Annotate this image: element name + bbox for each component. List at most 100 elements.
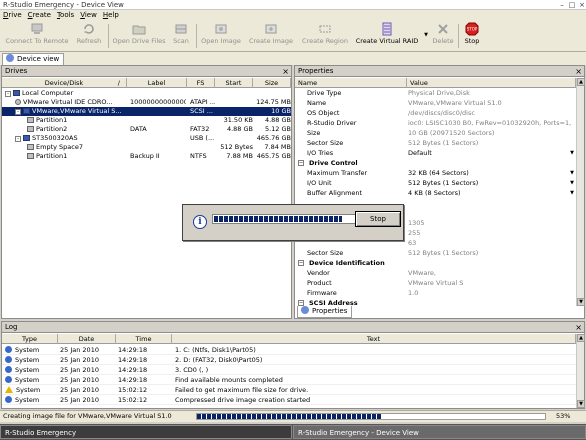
collapse-icon[interactable]: - — [15, 109, 21, 115]
dropdown-arrow-icon[interactable]: ▼ — [570, 169, 574, 178]
maximize-icon[interactable]: □ — [567, 0, 577, 10]
drive-size-cell: 10 GB — [271, 107, 291, 115]
close-icon[interactable]: × — [282, 66, 289, 77]
dropdown-arrow-icon[interactable]: ▼ — [570, 189, 574, 198]
connect-to-remote-button[interactable]: Connect To Remote — [4, 22, 70, 50]
log-text-cell: 3. CD0 (, ) — [175, 366, 209, 374]
drive-name: Local Computer — [22, 89, 74, 97]
minimize-icon[interactable]: – — [557, 0, 567, 10]
properties-scrollbar[interactable]: ▲ ▼ — [576, 78, 585, 306]
taskbar-item-emergency[interactable]: R-Studio Emergency — [0, 425, 292, 439]
property-value[interactable]: 32 KB (64 Sectors) — [408, 169, 571, 178]
drive-row[interactable]: - VMware,VMware Virtual S... SCSI ... 10 GB — [2, 107, 291, 116]
drive-label-cell: 10000000000000... — [130, 98, 186, 106]
drive-row[interactable]: - ST3500320AS USB (... 465.76 GB — [2, 134, 291, 143]
menu-create[interactable]: Create — [25, 10, 54, 20]
col-device[interactable]: Device/Disk / — [2, 78, 127, 88]
scroll-up-icon[interactable]: ▲ — [577, 78, 585, 86]
property-row[interactable]: Buffer Alignment 4 KB (8 Sectors) ▼ — [295, 189, 576, 198]
drive-name-cell: Partition1 — [27, 116, 127, 125]
collapse-icon[interactable]: − — [298, 160, 304, 166]
create-virtual-raid-button[interactable]: Create Virtual RAID — [355, 22, 419, 50]
scroll-up-icon[interactable]: ▲ — [577, 334, 585, 342]
log-date-cell: 25 Jan 2010 — [60, 386, 99, 394]
property-value[interactable]: Default — [408, 149, 571, 158]
col-size[interactable]: Size — [253, 78, 291, 88]
col-label[interactable]: Label — [127, 78, 187, 88]
log-row[interactable]: System 25 Jan 2010 14:29:18 3. CD0 (, ) — [2, 365, 576, 375]
col-text[interactable]: Text — [172, 334, 576, 344]
taskbar-item-device-view[interactable]: R-Studio Emergency - Device View — [293, 425, 586, 439]
drive-label-cell — [130, 116, 186, 125]
log-row[interactable]: System 25 Jan 2010 14:29:18 1. C: (Ntfs, Di… — [2, 345, 576, 355]
delete-button[interactable]: Delete — [432, 22, 454, 50]
menu-help[interactable]: Help — [100, 10, 122, 20]
close-icon[interactable]: × — [577, 0, 586, 10]
drive-start-cell: 4.88 GB — [226, 125, 253, 133]
property-value[interactable]: 512 Bytes (1 Sectors) — [408, 179, 571, 188]
collapse-icon[interactable]: − — [298, 260, 304, 266]
menu-view[interactable]: View — [77, 10, 100, 20]
property-group: − Drive Control — [295, 159, 576, 168]
properties-column-header: Name Value — [295, 78, 576, 88]
col-fs[interactable]: FS — [187, 78, 215, 88]
status-progress-fill — [197, 414, 382, 419]
col-value[interactable]: Value — [407, 78, 576, 88]
property-value: 10 GB (20971520 Sectors) — [408, 129, 495, 137]
menu-bar: Drive Create Tools View Help — [0, 10, 586, 20]
drive-row[interactable]: - Local Computer — [2, 89, 291, 98]
property-row[interactable]: I/O Unit 512 Bytes (1 Sectors) ▼ — [295, 179, 576, 188]
property-name: Size — [307, 129, 321, 137]
menu-tools[interactable]: Tools — [54, 10, 77, 20]
open-image-icon — [215, 24, 227, 34]
property-row: Firmware 1.0 — [295, 289, 576, 298]
dropdown-arrow-icon[interactable]: ▼ — [570, 179, 574, 188]
property-row[interactable]: I/O Tries Default ▼ — [295, 149, 576, 158]
menu-drive[interactable]: Drive — [0, 10, 25, 20]
property-name: Device Identification — [309, 259, 385, 267]
property-value[interactable]: 4 KB (8 Sectors) — [408, 189, 571, 198]
open-image-button[interactable]: Open Image — [199, 22, 243, 50]
drive-size-cell: 465.75 GB — [256, 152, 291, 160]
scroll-down-icon[interactable]: ▼ — [577, 400, 585, 408]
drive-row[interactable]: VMware Virtual IDE CDRO... 10000000000000… — [2, 98, 291, 107]
stop-button[interactable]: STOP Stop — [462, 22, 482, 50]
log-row[interactable]: System 25 Jan 2010 15:02:12 Failed to get m… — [2, 385, 576, 395]
property-row[interactable]: Maximum Transfer 32 KB (64 Sectors) ▼ — [295, 169, 576, 178]
create-region-button[interactable]: Create Region — [300, 22, 350, 50]
property-value: 512 Bytes (1 Sectors) — [408, 139, 479, 147]
col-time[interactable]: Time — [116, 334, 172, 344]
drive-fs-cell: SCSI ... — [190, 107, 213, 115]
create-image-button[interactable]: Create Image — [247, 22, 295, 50]
tab-device-view[interactable]: Device view — [2, 53, 65, 65]
drive-label-cell — [130, 89, 186, 98]
col-name[interactable]: Name — [295, 78, 407, 88]
open-drive-files-button[interactable]: Open Drive Files — [112, 22, 166, 50]
popup-stop-button[interactable]: Stop — [355, 211, 401, 227]
scroll-down-icon[interactable]: ▼ — [577, 298, 585, 306]
dropdown-arrow-icon[interactable]: ▼ — [570, 149, 574, 158]
collapse-icon[interactable]: - — [15, 136, 21, 142]
drive-row[interactable]: Partition1 31.50 KB 4.88 GB — [2, 116, 291, 125]
refresh-button[interactable]: Refresh — [75, 22, 103, 50]
drive-name: Partition2 — [36, 125, 68, 133]
drive-start-cell — [217, 98, 253, 107]
log-panel-header: Log × — [2, 322, 584, 333]
drive-row[interactable]: Empty Space7 512 Bytes 7.84 MB — [2, 143, 291, 152]
log-row[interactable]: System 25 Jan 2010 14:29:18 Find available … — [2, 375, 576, 385]
close-icon[interactable]: × — [575, 322, 582, 333]
collapse-icon[interactable]: - — [5, 91, 11, 97]
log-row[interactable]: System 25 Jan 2010 14:29:18 2. D: (FAT32, D… — [2, 355, 576, 365]
close-icon[interactable]: × — [575, 66, 582, 77]
log-scrollbar[interactable]: ▲ ▼ — [576, 334, 585, 408]
drive-fs-cell: NTFS — [190, 152, 207, 160]
col-start[interactable]: Start — [215, 78, 253, 88]
col-type[interactable]: Type — [2, 334, 58, 344]
tab-properties[interactable]: Properties — [297, 306, 353, 318]
scan-button[interactable]: Scan — [170, 22, 192, 50]
log-row[interactable]: System 25 Jan 2010 15:02:12 Compressed driv… — [2, 395, 576, 405]
drive-row[interactable]: Partition2 DATA FAT32 4.88 GB 5.12 GB — [2, 125, 291, 134]
svg-text:STOP: STOP — [467, 27, 478, 32]
drive-row[interactable]: Partition1 Backup II NTFS 7.88 MB 465.75 GB — [2, 152, 291, 161]
col-date[interactable]: Date — [58, 334, 116, 344]
